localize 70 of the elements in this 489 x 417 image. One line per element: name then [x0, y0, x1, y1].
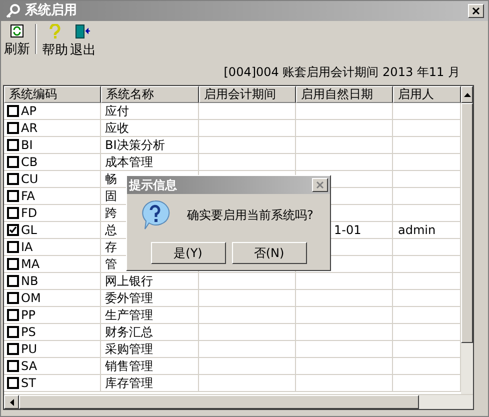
- code-text: ST: [21, 375, 36, 392]
- code-text: AR: [21, 120, 38, 137]
- code-text: FD: [21, 205, 38, 222]
- checkbox[interactable]: [7, 139, 19, 151]
- table-cell: 应付: [101, 103, 199, 120]
- column-header[interactable]: 系统名称: [101, 86, 199, 103]
- table-cell: 采购管理: [101, 341, 199, 358]
- close-icon: [472, 7, 480, 15]
- close-icon: [316, 181, 324, 189]
- code-text: GL: [21, 222, 37, 239]
- code-text: CU: [21, 171, 38, 188]
- code-text: NB: [21, 273, 38, 290]
- code-text: MA: [21, 256, 40, 273]
- table-cell: 财务汇总: [101, 324, 199, 341]
- checkbox[interactable]: [7, 105, 19, 117]
- code-text: AP: [21, 103, 36, 120]
- table-cell: 库存管理: [101, 375, 199, 392]
- checkbox[interactable]: [7, 275, 19, 287]
- checkbox[interactable]: [7, 377, 19, 389]
- checkbox[interactable]: [7, 360, 19, 372]
- checkbox[interactable]: [7, 241, 19, 253]
- checkbox[interactable]: [7, 343, 19, 355]
- checkbox[interactable]: [7, 326, 19, 338]
- column-header[interactable]: 系统编码: [4, 86, 101, 103]
- dialog-button[interactable]: 否(N): [232, 242, 306, 264]
- close-button[interactable]: [468, 4, 484, 18]
- dialog-button[interactable]: 是(Y): [150, 242, 226, 264]
- checkbox[interactable]: [7, 292, 19, 304]
- checkbox[interactable]: [7, 122, 19, 134]
- code-text: PS: [21, 324, 36, 341]
- table-cell: 成本管理: [101, 154, 199, 171]
- table-cell: 销售管理: [101, 358, 199, 375]
- column-header[interactable]: 启用人: [393, 86, 461, 103]
- question-icon: [139, 199, 171, 231]
- checkbox[interactable]: [7, 309, 19, 321]
- checkbox[interactable]: [7, 258, 19, 270]
- code-text: CB: [21, 154, 38, 171]
- code-text: SA: [21, 358, 38, 375]
- column-header[interactable]: 启用会计期间: [199, 86, 296, 103]
- vertical-scrollbar[interactable]: [461, 86, 473, 394]
- key-icon: [5, 3, 21, 19]
- table-cell: 委外管理: [101, 290, 199, 307]
- checkbox[interactable]: [7, 190, 19, 202]
- up-arrow-icon: [464, 92, 470, 96]
- code-text: IA: [21, 239, 33, 256]
- table-cell: 应收: [101, 120, 199, 137]
- checkbox[interactable]: [7, 173, 19, 185]
- close-button[interactable]: [312, 178, 328, 192]
- left-arrow-icon: [10, 398, 14, 406]
- toolbar-button[interactable]: 退出: [69, 24, 97, 60]
- window-title: 系统启用: [25, 2, 77, 20]
- door-icon: [75, 24, 91, 39]
- code-text: BI: [21, 137, 33, 154]
- toolbar-button[interactable]: 刷新: [3, 24, 31, 60]
- toolbar-button[interactable]: 帮助: [41, 24, 69, 60]
- table-cell: BI决策分析: [101, 137, 199, 154]
- question-mark-icon: [49, 24, 61, 39]
- table-cell: 网上银行: [101, 273, 199, 290]
- horizontal-scrollbar[interactable]: [4, 394, 473, 409]
- info-text: [004]004 账套启用会计期间 2013 年11 月: [224, 64, 460, 81]
- checkbox[interactable]: [7, 207, 19, 219]
- code-text: PU: [21, 341, 38, 358]
- table-cell: 生产管理: [101, 307, 199, 324]
- checkbox[interactable]: [7, 224, 19, 236]
- checkbox[interactable]: [7, 156, 19, 168]
- column-header[interactable]: 启用自然日期: [296, 86, 393, 103]
- code-text: FA: [21, 188, 36, 205]
- code-text: OM: [21, 290, 41, 307]
- refresh-icon: [10, 24, 24, 38]
- code-text: PP: [21, 307, 36, 324]
